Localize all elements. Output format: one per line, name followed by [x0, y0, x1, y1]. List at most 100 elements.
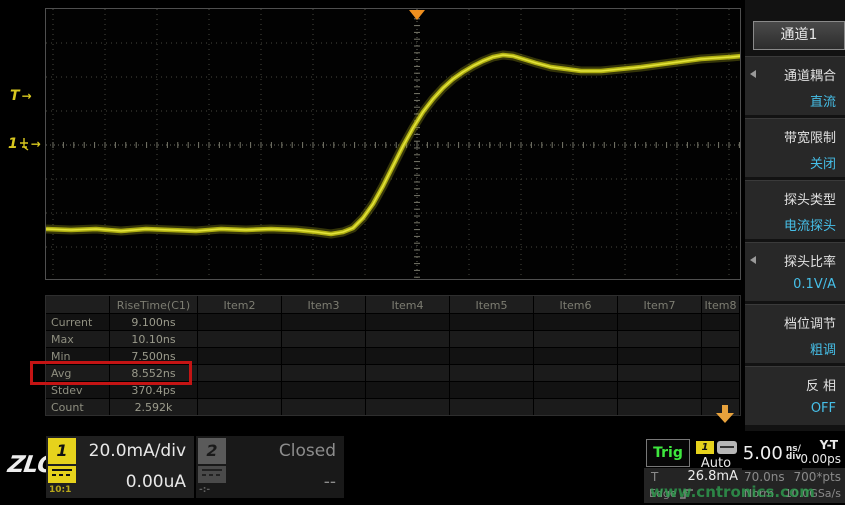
channel1-marker-label: 1 — [8, 136, 18, 152]
memory-depth: 700*pts — [794, 470, 841, 484]
ground-icon — [20, 138, 29, 151]
stat-empty-cell — [618, 313, 702, 330]
menu-item-3[interactable]: 探头类型电流探头 — [745, 180, 845, 239]
menu-item-value: 0.1V/A — [745, 277, 836, 292]
stat-empty-cell — [198, 313, 282, 330]
menu-item-6[interactable]: 反 相 OFF — [745, 366, 845, 425]
right-arrow-icon: → — [31, 138, 41, 150]
stat-empty-cell — [534, 313, 618, 330]
menu-collapse-arrow-icon — [750, 70, 756, 78]
stat-empty-cell — [282, 313, 366, 330]
stat-empty-cell — [282, 364, 366, 381]
trigger-delay: 0.00ps — [800, 452, 841, 466]
timebase-box[interactable]: 5.00 ns/div — [742, 436, 802, 470]
stat-value-count: 2.592k — [110, 398, 198, 415]
stat-empty-cell — [450, 330, 534, 347]
trigger-position-marker-icon[interactable] — [409, 10, 425, 20]
stat-value-current: 9.100ns — [110, 313, 198, 330]
stat-empty-cell — [366, 347, 450, 364]
stat-empty-cell — [618, 364, 702, 381]
stat-empty-cell — [702, 381, 740, 398]
stat-empty-cell — [282, 330, 366, 347]
dc-coupling-icon — [48, 466, 76, 483]
stat-empty-cell — [534, 364, 618, 381]
menu-item-2[interactable]: 带宽限制关闭 — [745, 118, 845, 177]
oscilloscope-screen: T→ 1 → RiseTime(C1)Item2Item3Item4Item5I… — [0, 0, 845, 505]
menu-item-value: OFF — [745, 401, 836, 416]
menu-item-value: 直流 — [745, 91, 836, 110]
stat-empty-cell — [450, 364, 534, 381]
menu-item-5[interactable]: 档位调节粗调 — [745, 304, 845, 363]
stat-empty-cell — [198, 330, 282, 347]
stat-empty-cell — [702, 364, 740, 381]
channel1-scale: 20.0mA/div — [89, 441, 186, 461]
channel2-probe-ratio: -:- — [199, 485, 210, 495]
channel2-offset: -- — [324, 472, 336, 492]
menu-item-label: 探头类型 — [745, 189, 836, 208]
stat-empty-cell — [534, 381, 618, 398]
right-arrow-icon: → — [22, 90, 32, 102]
channel1-position-marker[interactable]: 1 → — [8, 136, 41, 152]
timebase-scale: 5.00 — [743, 443, 783, 464]
stat-value-max: 10.10ns — [110, 330, 198, 347]
menu-item-label: 通道耦合 — [745, 65, 836, 84]
capture-window: 70.0ns — [744, 470, 785, 484]
menu-item-label: 反 相 — [745, 375, 836, 394]
menu-item-value: 粗调 — [745, 339, 836, 358]
avg-highlight-box — [30, 361, 192, 385]
display-mode: Y-T — [820, 438, 838, 452]
channel2-badge: 2 — [198, 438, 226, 464]
channel-menu: 通道1 通道耦合直流带宽限制关闭探头类型电流探头探头比率 0.1V/A 档位调节粗调… — [745, 0, 845, 431]
channel1-offset: 0.00uA — [126, 472, 186, 492]
channel1-status-panel[interactable]: 1 10:1 20.0mA/div 0.00uA — [46, 436, 194, 498]
trigger-level-label: T — [10, 88, 20, 104]
stat-empty-cell — [702, 347, 740, 364]
menu-item-label: 档位调节 — [745, 313, 836, 332]
trigger-coupling-icon — [717, 441, 737, 454]
measurement-table: RiseTime(C1)Item2Item3Item4Item5Item6Ite… — [45, 295, 741, 416]
channel1-probe-ratio: 10:1 — [49, 485, 71, 495]
stat-empty-cell — [450, 381, 534, 398]
stat-empty-cell — [702, 330, 740, 347]
scroll-down-icon[interactable] — [714, 405, 736, 427]
stat-empty-cell — [198, 398, 282, 415]
stat-empty-cell — [282, 398, 366, 415]
stat-empty-cell — [198, 364, 282, 381]
stat-label-current: Current — [46, 313, 110, 330]
stat-empty-cell — [618, 330, 702, 347]
stat-empty-cell — [702, 313, 740, 330]
stat-empty-cell — [618, 347, 702, 364]
watermark: www.cntronics.com — [650, 483, 815, 501]
menu-item-1[interactable]: 通道耦合直流 — [745, 56, 845, 115]
menu-title: 通道1 — [753, 21, 845, 50]
stat-empty-cell — [450, 347, 534, 364]
stat-empty-cell — [366, 313, 450, 330]
channel2-coupling-icon — [198, 466, 226, 483]
stat-empty-cell — [366, 364, 450, 381]
channel2-status-panel[interactable]: 2 -:- Closed -- — [196, 436, 344, 498]
menu-item-4[interactable]: 探头比率 0.1V/A — [745, 242, 845, 301]
stat-empty-cell — [366, 330, 450, 347]
channel2-status: Closed — [279, 441, 336, 461]
stat-empty-cell — [198, 381, 282, 398]
trigger-level-value: 26.8mA — [662, 469, 738, 484]
stat-empty-cell — [534, 347, 618, 364]
stat-empty-cell — [366, 381, 450, 398]
stat-empty-cell — [282, 381, 366, 398]
menu-item-label: 带宽限制 — [745, 127, 836, 146]
trigger-source-badge: 1 — [696, 441, 714, 454]
trigger-time-label: T — [651, 470, 658, 484]
trigger-level-marker[interactable]: T→ — [10, 88, 32, 104]
stat-empty-cell — [450, 313, 534, 330]
menu-collapse-arrow-icon — [750, 256, 756, 264]
stat-empty-cell — [618, 398, 702, 415]
menu-item-label: 探头比率 — [745, 251, 836, 270]
stat-label-max: Max — [46, 330, 110, 347]
menu-item-value: 电流探头 — [745, 215, 836, 234]
stat-empty-cell — [282, 347, 366, 364]
trigger-status-button[interactable]: Trig — [646, 439, 690, 467]
channel1-badge: 1 — [48, 438, 76, 464]
graticule — [46, 9, 740, 279]
waveform-display — [45, 8, 741, 280]
stat-empty-cell — [618, 381, 702, 398]
